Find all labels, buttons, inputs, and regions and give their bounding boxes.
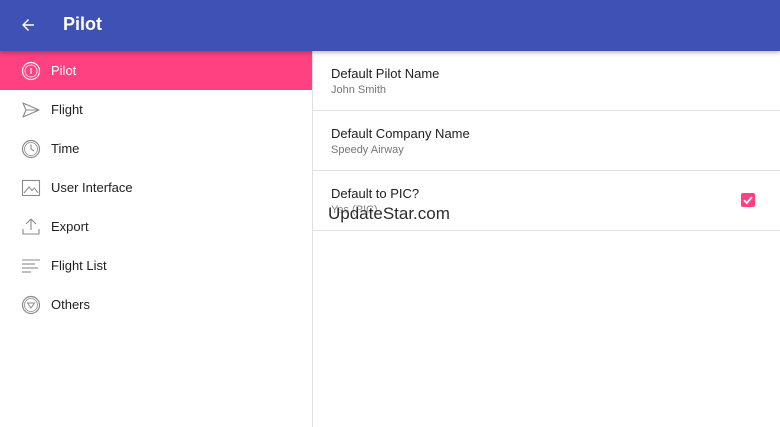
sidebar-item-user-interface[interactable]: User Interface [0,168,312,207]
clock-icon [20,138,42,160]
pref-title: Default to PIC? [331,186,420,201]
list-lines-icon [20,255,42,277]
settings-sidebar: Pilot Flight Time User Interface Export … [0,51,313,427]
sidebar-item-label: User Interface [51,180,133,195]
back-button[interactable] [12,9,44,41]
watermark-text: UpdateStar.com [328,204,450,223]
sidebar-item-flight[interactable]: Flight [0,90,312,129]
page-title: Pilot [63,14,102,34]
image-frame-icon [20,177,42,199]
sidebar-item-label: Export [51,219,89,234]
sidebar-item-pilot[interactable]: Pilot [0,51,312,90]
checkmark-icon [743,196,753,205]
paper-plane-icon [20,99,42,121]
settings-panel: Default Pilot Name John Smith Default Co… [313,51,780,427]
pic-checkbox[interactable] [741,193,755,207]
pref-default-company-name[interactable]: Default Company Name Speedy Airway [313,111,780,171]
shield-circle-icon [20,294,42,316]
sidebar-item-label: Time [51,141,80,156]
arrow-left-icon [22,19,34,31]
sidebar-item-label: Flight [51,102,83,117]
sidebar-item-label: Pilot [51,63,77,78]
sidebar-item-export[interactable]: Export [0,207,312,246]
pref-title: Default Company Name [331,126,470,141]
pref-title: Default Pilot Name [331,66,440,81]
upload-icon [20,216,42,238]
sidebar-item-time[interactable]: Time [0,129,312,168]
sidebar-item-flight-list[interactable]: Flight List [0,246,312,285]
app-bar: Pilot [0,0,780,51]
pref-summary: Speedy Airway [331,144,404,156]
pref-summary: John Smith [331,84,387,96]
sidebar-item-label: Others [51,297,91,312]
info-circle-icon [20,60,42,82]
pref-default-pilot-name[interactable]: Default Pilot Name John Smith [313,51,780,111]
sidebar-item-others[interactable]: Others [0,285,312,324]
sidebar-item-label: Flight List [51,258,107,273]
